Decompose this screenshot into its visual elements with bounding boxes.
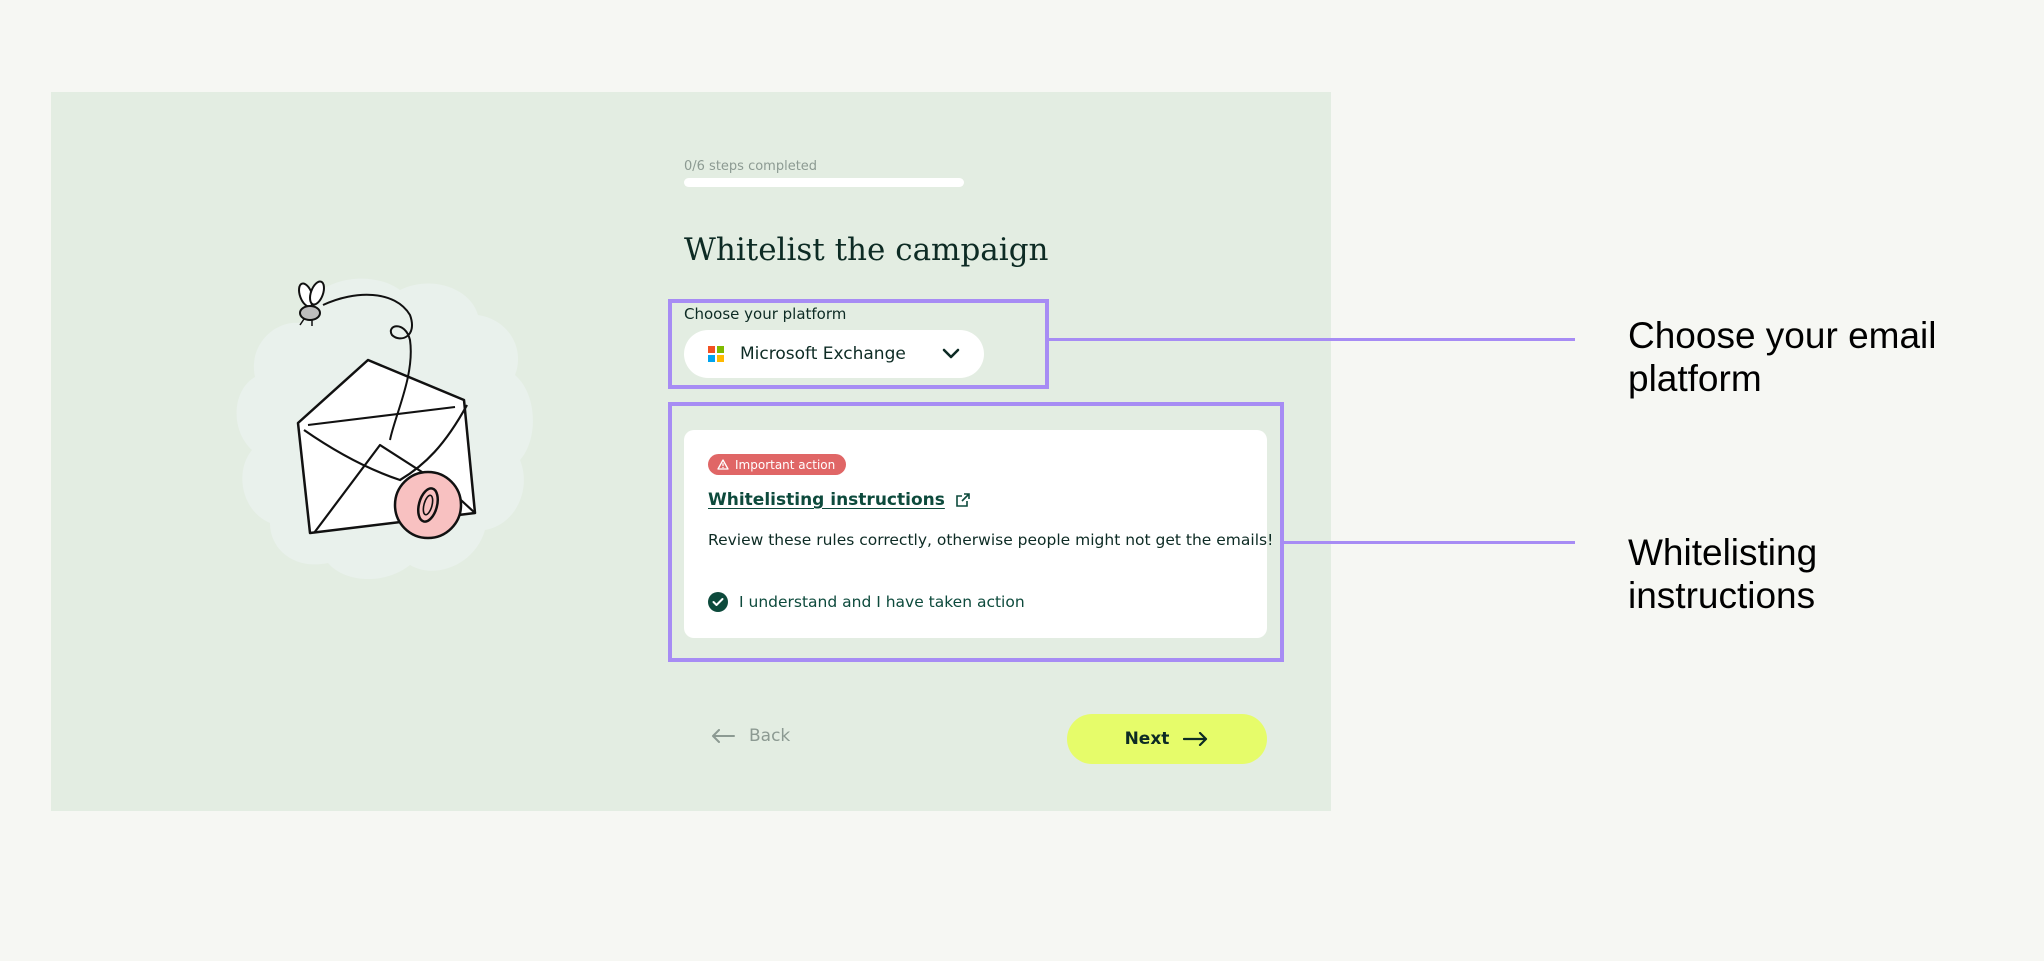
arrow-left-icon xyxy=(712,729,735,743)
next-button-label: Next xyxy=(1124,729,1170,749)
page-title: Whitelist the campaign xyxy=(684,232,1049,268)
back-button-label: Back xyxy=(749,726,791,746)
instructions-callout-line2: instructions xyxy=(1628,575,1816,616)
progress-label: 0/6 steps completed xyxy=(684,159,818,174)
progress-bar xyxy=(684,178,964,187)
platform-callout: Choose your email platform xyxy=(1628,314,1988,400)
arrow-right-icon xyxy=(1183,732,1208,746)
platform-callout-line2: platform xyxy=(1628,358,1762,399)
instructions-highlight-box xyxy=(668,402,1284,662)
back-button[interactable]: Back xyxy=(711,726,790,746)
instructions-callout-connector xyxy=(1284,541,1575,544)
next-button[interactable]: Next xyxy=(1067,714,1267,764)
platform-highlight-box xyxy=(668,299,1049,389)
zero-badge-icon xyxy=(393,470,463,540)
platform-callout-connector xyxy=(1049,338,1575,341)
platform-callout-line1: Choose your email xyxy=(1628,315,1937,356)
envelope-illustration xyxy=(236,278,533,580)
instructions-callout-line1: Whitelisting xyxy=(1628,532,1818,573)
instructions-callout: Whitelisting instructions xyxy=(1628,531,1988,617)
